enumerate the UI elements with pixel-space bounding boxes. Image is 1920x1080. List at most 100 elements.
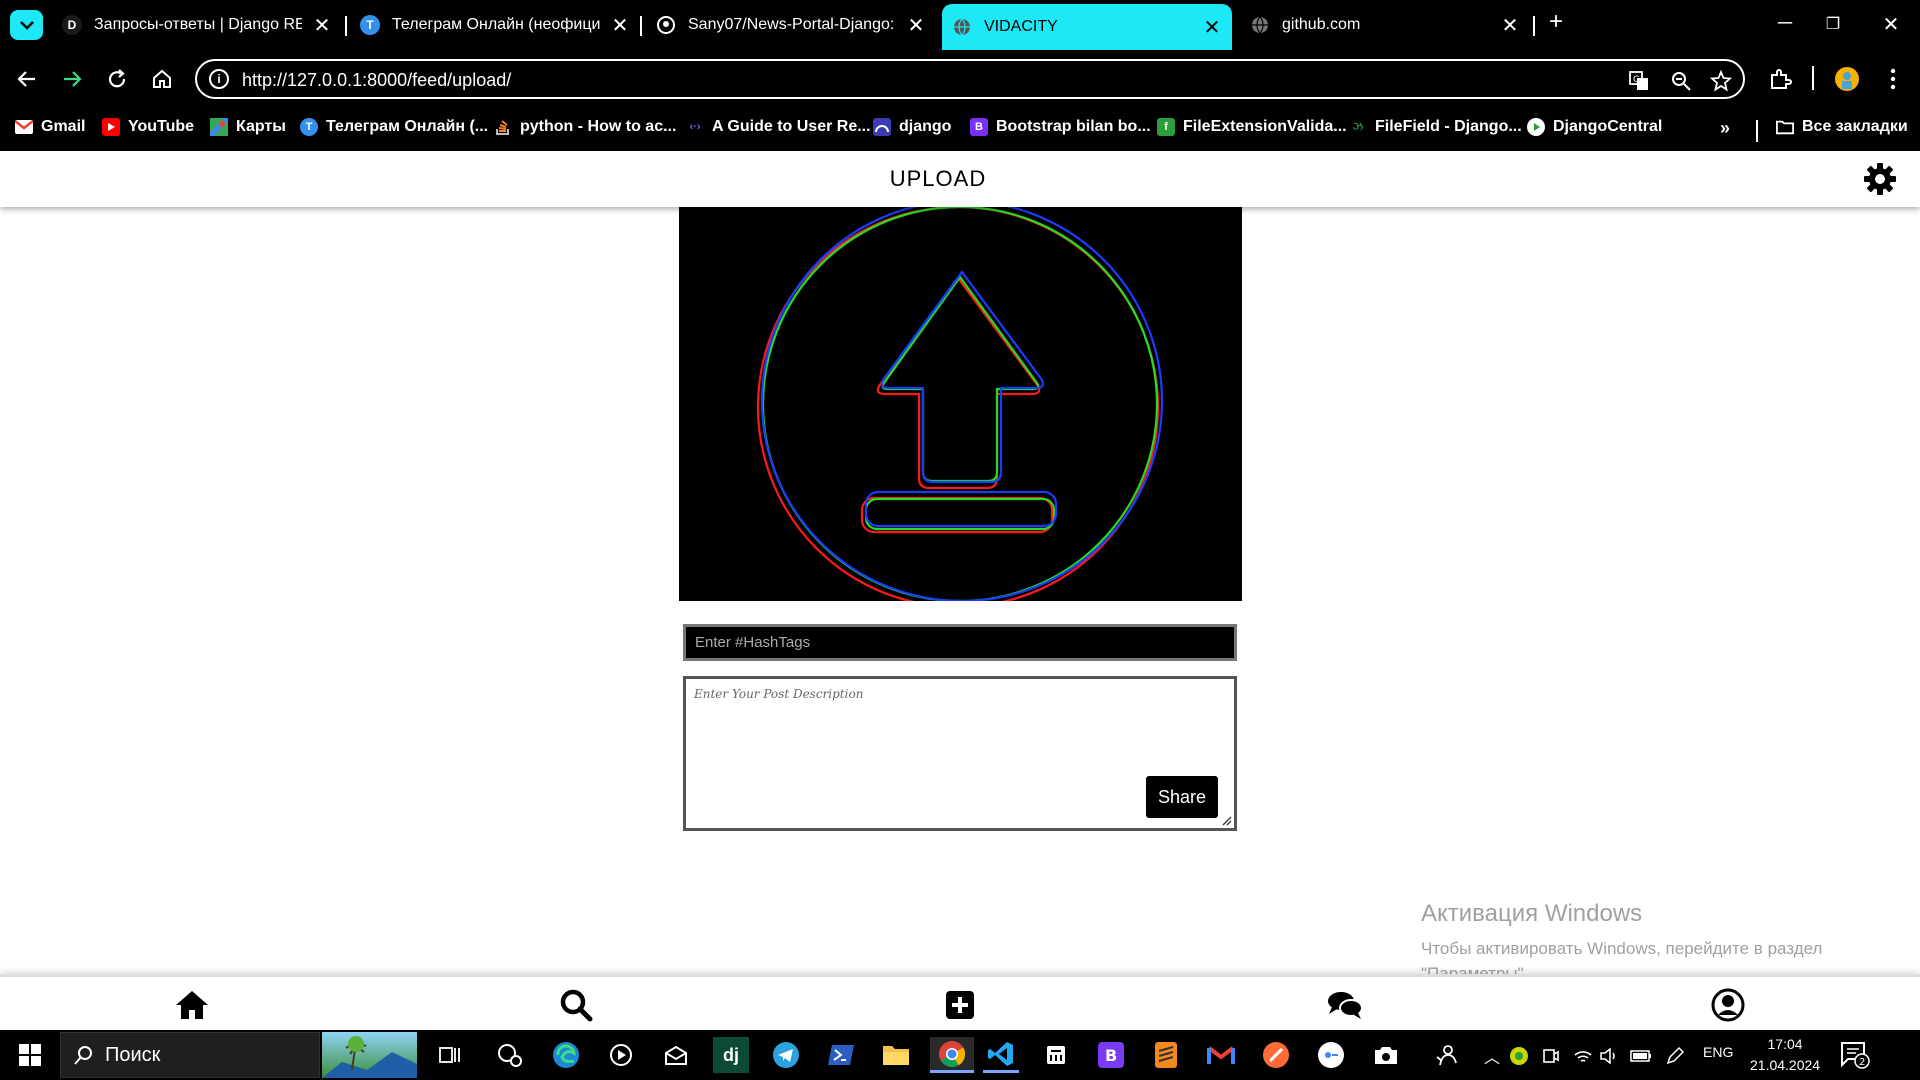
- taskbar-media[interactable]: [603, 1037, 639, 1073]
- start-button[interactable]: [12, 1037, 48, 1073]
- browser-menu-button[interactable]: [1878, 64, 1908, 94]
- bookmark-user-guide[interactable]: ‹·› A Guide to User Re...: [686, 118, 871, 136]
- forward-button[interactable]: [57, 64, 87, 94]
- translate-icon[interactable]: G: [1627, 69, 1651, 93]
- nav-home-button[interactable]: [172, 985, 212, 1025]
- tab-search-button[interactable]: [10, 10, 43, 40]
- tab-github-repo[interactable]: Sany07/News-Portal-Django: N ✕: [646, 6, 936, 44]
- dj-icon: dj: [723, 1044, 739, 1065]
- home-button[interactable]: [147, 64, 177, 94]
- chrome-icon: [939, 1040, 966, 1067]
- bookmark-filefield[interactable]: ઝ FileField - Django...: [1349, 118, 1522, 136]
- gear-icon: [1864, 163, 1896, 195]
- svg-text:G: G: [1633, 75, 1640, 85]
- bookmark-label: Телеграм Онлайн (...: [326, 118, 489, 135]
- all-bookmarks-button[interactable]: Все закладки: [1776, 118, 1908, 136]
- close-tab-icon[interactable]: ✕: [1500, 13, 1520, 38]
- resize-handle-icon[interactable]: [1220, 814, 1232, 826]
- notification-count: 2: [1859, 1057, 1865, 1068]
- settings-button[interactable]: [1862, 161, 1898, 197]
- notification-center-button[interactable]: 2: [1838, 1039, 1872, 1071]
- nav-search-button[interactable]: [556, 985, 596, 1025]
- page-content: UPLOAD Enter #HashTags Enter Your Post D…: [0, 151, 1920, 1030]
- taskbar-vscode[interactable]: [983, 1037, 1019, 1073]
- taskbar-gmail[interactable]: [1203, 1037, 1239, 1073]
- doc-icon: f: [1157, 118, 1175, 136]
- profile-avatar[interactable]: [1832, 64, 1862, 94]
- nav-profile-button[interactable]: [1708, 985, 1748, 1025]
- taskbar-calculator[interactable]: [1038, 1037, 1074, 1073]
- taskbar-widgets[interactable]: [492, 1037, 528, 1073]
- battery-icon[interactable]: [1626, 1041, 1656, 1071]
- bookmark-bootstrap[interactable]: B Bootstrap bilan bo...: [970, 118, 1151, 136]
- taskbar-postman[interactable]: [1258, 1037, 1294, 1073]
- system-clock[interactable]: 17:04 21.04.2024: [1750, 1034, 1820, 1076]
- task-view-button[interactable]: [432, 1037, 468, 1073]
- taskbar-sublime[interactable]: [1148, 1037, 1184, 1073]
- bookmark-star-icon[interactable]: [1709, 69, 1733, 93]
- vscode-icon: [988, 1041, 1013, 1066]
- tab-vidacity[interactable]: VIDACITY ✕: [942, 4, 1232, 50]
- nav-add-post-button[interactable]: [940, 985, 980, 1025]
- taskbar-telegram[interactable]: [768, 1037, 804, 1073]
- back-button[interactable]: [12, 64, 42, 94]
- bookmark-fileextension[interactable]: f FileExtensionValida...: [1157, 118, 1347, 136]
- pen-icon[interactable]: [1660, 1041, 1690, 1071]
- taskbar-search[interactable]: Поиск: [60, 1032, 320, 1078]
- reload-button[interactable]: [102, 64, 132, 94]
- bookmark-label: FileField - Django...: [1375, 118, 1522, 135]
- clock-time: 17:04: [1767, 1036, 1803, 1052]
- tray-overflow-icon[interactable]: ︿: [1484, 1044, 1500, 1068]
- close-tab-icon[interactable]: ✕: [312, 13, 332, 38]
- close-tab-icon[interactable]: ✕: [610, 13, 630, 38]
- zoom-icon[interactable]: [1669, 69, 1693, 93]
- bookmark-telegram[interactable]: T Телеграм Онлайн (...: [300, 118, 488, 136]
- upload-image-preview[interactable]: [679, 199, 1242, 609]
- volume-icon[interactable]: [1594, 1041, 1624, 1071]
- site-info-icon[interactable]: i: [209, 69, 229, 89]
- bookmark-gmail[interactable]: Gmail: [15, 118, 85, 136]
- bookmark-maps[interactable]: Карты: [210, 118, 286, 136]
- django-favicon-icon: D: [62, 15, 82, 35]
- new-tab-button[interactable]: +: [1541, 8, 1571, 36]
- taskbar-django-app[interactable]: dj: [713, 1037, 749, 1073]
- tab-django-rest[interactable]: D Запросы-ответы | Django RES ✕: [52, 6, 342, 44]
- share-button[interactable]: Share: [1146, 776, 1218, 818]
- taskbar-chrome[interactable]: [930, 1037, 974, 1073]
- tab-telegram[interactable]: T Телеграм Онлайн (неофициал ✕: [350, 6, 640, 44]
- taskbar-people[interactable]: [1428, 1037, 1464, 1073]
- tab-github-com[interactable]: github.com ✕: [1240, 6, 1530, 44]
- tab-strip: D Запросы-ответы | Django RES ✕ T Телегр…: [0, 0, 1920, 50]
- close-tab-icon[interactable]: ✕: [906, 13, 926, 38]
- bookmark-stackoverflow[interactable]: python - How to ac...: [494, 118, 676, 136]
- extensions-button[interactable]: [1765, 64, 1795, 94]
- hashtags-input[interactable]: [683, 624, 1237, 661]
- tray-meet-icon[interactable]: [1536, 1041, 1566, 1071]
- taskbar-edge[interactable]: [548, 1037, 584, 1073]
- bookmark-youtube[interactable]: YouTube: [102, 118, 194, 136]
- camera-icon: [1375, 1047, 1397, 1064]
- all-bookmarks-label: Все закладки: [1802, 118, 1908, 135]
- bookmark-djangocentral[interactable]: DjangoCentral: [1527, 118, 1662, 136]
- taskbar-mail[interactable]: [658, 1037, 694, 1073]
- bookmark-label: django: [899, 118, 952, 135]
- windows-taskbar: Поиск dj B ︿ ENG 17:04 21.04.2024 2: [0, 1030, 1920, 1080]
- django-icon: [873, 118, 891, 136]
- taskbar-camera[interactable]: [1368, 1037, 1404, 1073]
- address-bar[interactable]: i http://127.0.0.1:8000/feed/upload/ G: [195, 59, 1745, 99]
- bookmarks-overflow-button[interactable]: »: [1720, 118, 1730, 139]
- minimize-button[interactable]: ─: [1770, 12, 1800, 35]
- close-tab-icon[interactable]: ✕: [1202, 15, 1222, 40]
- telegram-icon: [773, 1042, 799, 1068]
- language-indicator[interactable]: ENG: [1703, 1044, 1733, 1060]
- bookmark-django[interactable]: django: [873, 118, 951, 136]
- taskbar-explorer[interactable]: [878, 1037, 914, 1073]
- bookmark-label: Карты: [236, 118, 286, 135]
- close-window-button[interactable]: ✕: [1876, 12, 1906, 37]
- taskbar-bootstrap-studio[interactable]: B: [1093, 1037, 1129, 1073]
- tray-app-icon[interactable]: [1504, 1041, 1534, 1071]
- taskbar-powershell[interactable]: [823, 1037, 859, 1073]
- restore-button[interactable]: ❐: [1818, 14, 1848, 34]
- nav-messages-button[interactable]: [1325, 985, 1365, 1025]
- taskbar-app-circle[interactable]: [1313, 1037, 1349, 1073]
